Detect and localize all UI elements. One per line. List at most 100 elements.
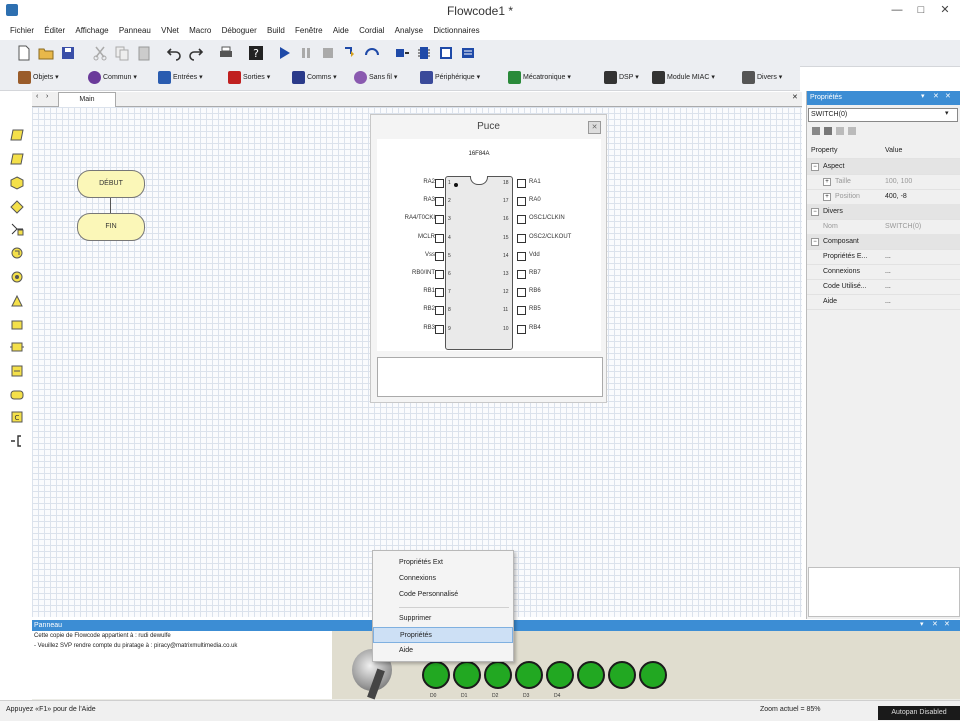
- property-category[interactable]: − Divers: [807, 204, 960, 220]
- led-indicator[interactable]: [515, 661, 543, 689]
- cut-icon[interactable]: [92, 45, 108, 61]
- chip-pin-connector[interactable]: [517, 306, 526, 316]
- paste-icon[interactable]: [136, 45, 152, 61]
- chip-pin-connector[interactable]: [435, 197, 444, 207]
- close-button[interactable]: ✕: [934, 2, 956, 18]
- comp-dsp-button[interactable]: DSP ▾: [604, 70, 639, 86]
- led-indicator[interactable]: [546, 661, 574, 689]
- property-pages-icon[interactable]: [836, 127, 844, 135]
- chip-pin-connector[interactable]: [435, 270, 444, 279]
- context-menu-item[interactable]: Aide: [373, 643, 513, 659]
- c-code-icon[interactable]: C: [10, 410, 24, 424]
- chip-pin-connector[interactable]: [435, 306, 444, 316]
- project-options-icon[interactable]: [460, 45, 476, 61]
- compile-chip-icon[interactable]: [394, 45, 410, 61]
- property-row[interactable]: Code Utilisé......: [807, 279, 960, 295]
- context-menu-item[interactable]: Supprimer: [373, 611, 513, 627]
- chip-pin-connector[interactable]: [435, 288, 444, 298]
- calculation-icon[interactable]: [10, 364, 24, 378]
- menu-vnet[interactable]: VNet: [157, 22, 183, 40]
- menu-deboguer[interactable]: Déboguer: [218, 22, 261, 40]
- maximize-button[interactable]: □: [910, 2, 932, 18]
- chip-window-close-icon[interactable]: ✕: [588, 121, 601, 134]
- component-macro-icon[interactable]: [10, 294, 24, 308]
- chip-window[interactable]: Puce ✕ 16F84A RA2 1 RA3 2 RA4/T0CKI 3 MCLR 4 Vss…: [370, 114, 607, 403]
- property-row[interactable]: + Position 400, -8: [807, 189, 960, 205]
- chip-pin-connector[interactable]: [435, 215, 444, 225]
- menu-fichier[interactable]: Fichier: [6, 22, 38, 40]
- pause-icon[interactable]: [298, 45, 314, 61]
- label-icon[interactable]: [10, 318, 24, 332]
- chip-pin-connector[interactable]: [517, 215, 526, 225]
- led-indicator[interactable]: [422, 661, 450, 689]
- comp-sans-fil-button[interactable]: Sans fil ▾: [354, 70, 397, 86]
- minimize-button[interactable]: —: [886, 2, 908, 18]
- chip-window-icon[interactable]: [416, 45, 432, 61]
- property-row[interactable]: Propriétés E......: [807, 249, 960, 265]
- save-icon[interactable]: [60, 45, 76, 61]
- stop-icon[interactable]: [320, 45, 336, 61]
- step-into-icon[interactable]: [342, 45, 358, 61]
- chip-pin-connector[interactable]: [517, 288, 526, 298]
- tab-scroll-right-icon[interactable]: ›: [46, 93, 48, 100]
- property-value[interactable]: ...: [885, 264, 891, 279]
- property-value[interactable]: SWITCH(0): [885, 219, 921, 234]
- comp-sorties-button[interactable]: Sorties ▾: [228, 70, 270, 86]
- comp-objets-button[interactable]: Objets ▾: [18, 70, 59, 86]
- sort-alpha-icon[interactable]: [824, 127, 832, 135]
- property-category[interactable]: − Composant: [807, 234, 960, 250]
- redo-icon[interactable]: [188, 45, 204, 61]
- comp-mecatronique-button[interactable]: Mécatronique ▾: [508, 70, 571, 86]
- chip-pin-connector[interactable]: [517, 179, 526, 188]
- menu-analyse[interactable]: Analyse: [391, 22, 427, 40]
- menu-macro[interactable]: Macro: [185, 22, 215, 40]
- property-value[interactable]: 100, 100: [885, 174, 912, 189]
- object-selector-chevron-icon[interactable]: ▾: [945, 109, 949, 117]
- menu-fenetre[interactable]: Fenêtre: [291, 22, 327, 40]
- comp-divers-button[interactable]: Divers ▾: [742, 70, 782, 86]
- menu-cordial[interactable]: Cordial: [355, 22, 388, 40]
- autopan-indicator[interactable]: Autopan Disabled: [878, 706, 960, 720]
- properties-dock-icon[interactable]: ✕: [933, 92, 939, 100]
- menu-dictionnaires[interactable]: Dictionnaires: [429, 22, 483, 40]
- help-icon[interactable]: ?: [248, 45, 264, 61]
- comp-peripherique-button[interactable]: Périphérique ▾: [420, 70, 480, 86]
- goto-icon[interactable]: [10, 340, 24, 354]
- input-icon[interactable]: [10, 128, 24, 142]
- menu-aide[interactable]: Aide: [329, 22, 353, 40]
- panneau-close-icon[interactable]: ✕: [944, 620, 950, 628]
- property-row[interactable]: Connexions...: [807, 264, 960, 280]
- comp-comms-button[interactable]: Comms ▾: [292, 70, 337, 86]
- property-value[interactable]: ...: [885, 294, 891, 309]
- properties-close-icon[interactable]: ✕: [945, 92, 951, 100]
- led-indicator[interactable]: [608, 661, 636, 689]
- macro-icon[interactable]: [10, 270, 24, 284]
- property-value[interactable]: ...: [885, 279, 891, 294]
- led-indicator[interactable]: [577, 661, 605, 689]
- collapse-icon[interactable]: −: [811, 238, 819, 246]
- chip-pin-connector[interactable]: [517, 324, 526, 334]
- open-folder-icon[interactable]: [38, 45, 54, 61]
- expand-icon[interactable]: +: [823, 178, 831, 186]
- context-menu-item[interactable]: Connexions: [373, 571, 513, 587]
- comp-entrees-button[interactable]: Entrées ▾: [158, 70, 203, 86]
- property-category[interactable]: − Aspect: [807, 159, 960, 175]
- collapse-icon[interactable]: −: [811, 208, 819, 216]
- chip-pin-connector[interactable]: [435, 324, 444, 334]
- categorized-icon[interactable]: [812, 127, 820, 135]
- run-icon[interactable]: [276, 45, 292, 61]
- properties-pin-icon[interactable]: ▾: [921, 92, 925, 100]
- led-indicator[interactable]: [639, 661, 667, 689]
- property-value[interactable]: ...: [885, 249, 891, 264]
- expand-icon[interactable]: +: [823, 193, 831, 201]
- events-icon[interactable]: [848, 127, 856, 135]
- tab-scroll-left-icon[interactable]: ‹: [36, 93, 38, 100]
- menu-editer[interactable]: Éditer: [40, 22, 69, 40]
- loop-icon[interactable]: [10, 246, 24, 260]
- comp-module-miac-button[interactable]: Module MIAC ▾: [652, 70, 715, 86]
- led-indicator[interactable]: [484, 661, 512, 689]
- decision-icon[interactable]: [10, 200, 24, 214]
- chip-pin-connector[interactable]: [435, 179, 444, 188]
- led-indicator[interactable]: [453, 661, 481, 689]
- context-menu-item[interactable]: Propriétés Ext: [373, 555, 513, 571]
